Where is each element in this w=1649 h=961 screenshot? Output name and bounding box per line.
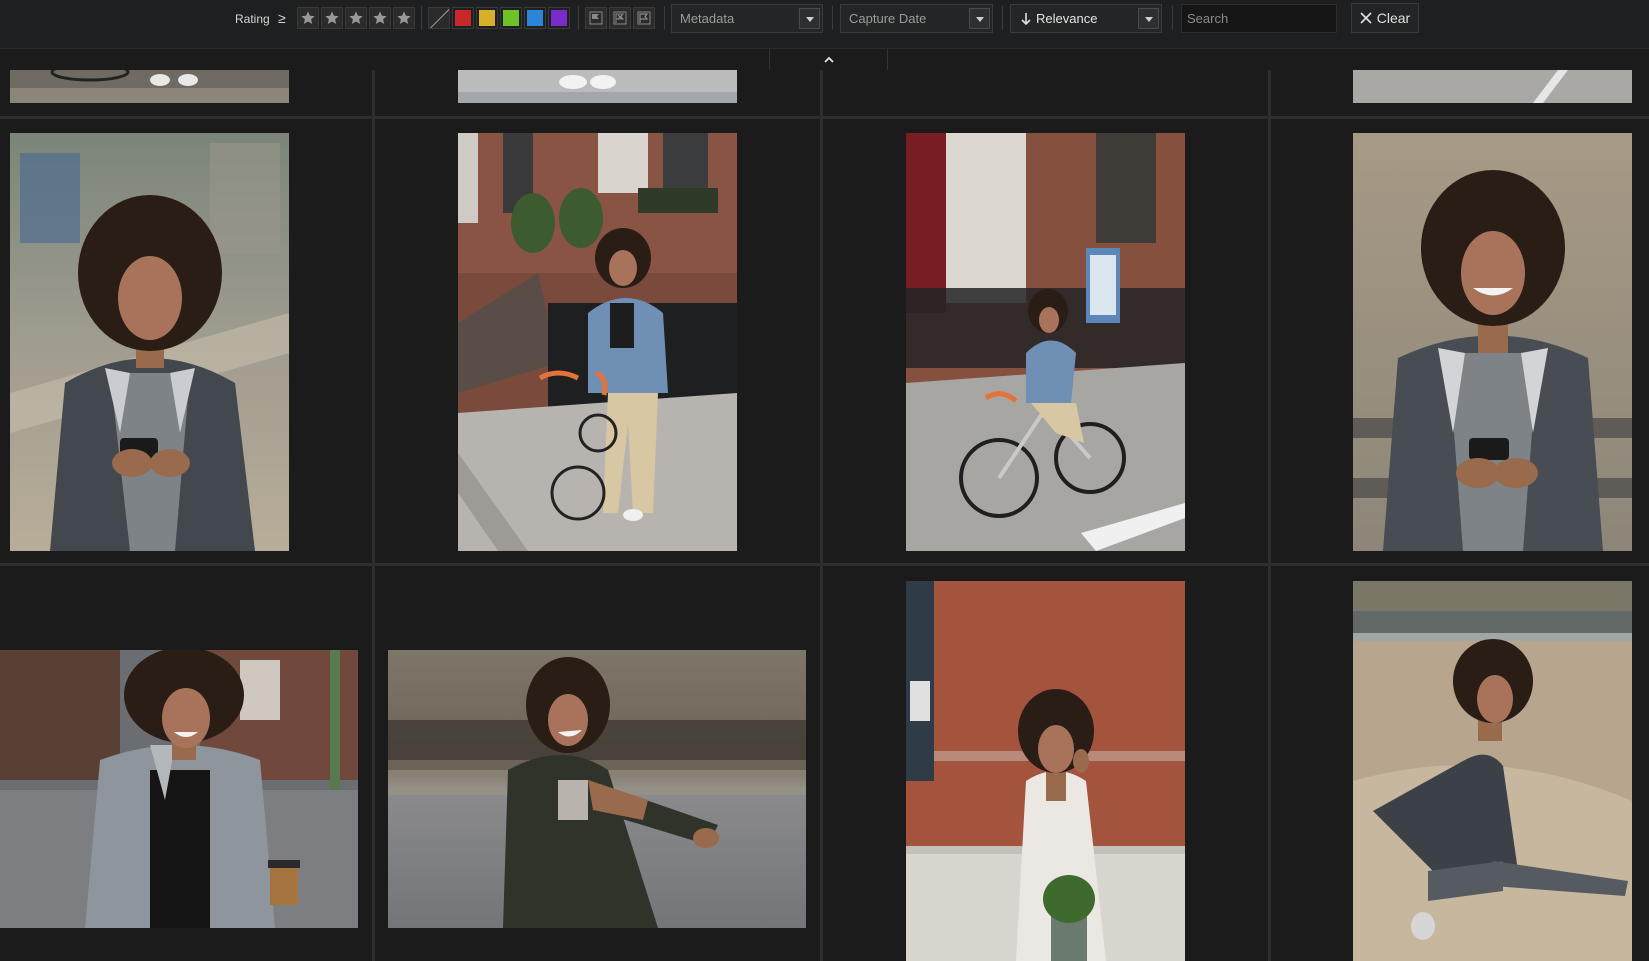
- chevron-up-icon: [823, 56, 834, 63]
- grid-divider: [372, 70, 375, 961]
- photo-thumbnail[interactable]: [906, 581, 1185, 961]
- photo-thumbnail[interactable]: [458, 133, 737, 551]
- star-2-icon[interactable]: [321, 7, 343, 29]
- rating-stars-filter: [297, 7, 415, 29]
- photo-thumbnail[interactable]: [10, 133, 289, 551]
- star-4-icon[interactable]: [369, 7, 391, 29]
- photo-thumbnail[interactable]: [0, 650, 358, 928]
- separator: [1172, 6, 1173, 30]
- color-label-filter: [428, 7, 570, 29]
- grid-divider: [820, 70, 823, 961]
- photo-thumbnail[interactable]: [10, 70, 289, 103]
- sort-order-dropdown[interactable]: Relevance: [1010, 4, 1162, 33]
- grid-divider: [1268, 70, 1271, 961]
- separator: [664, 6, 665, 30]
- unflagged-icon[interactable]: [633, 7, 655, 29]
- grid-divider: [0, 563, 1649, 566]
- photo-thumbnail[interactable]: [906, 133, 1185, 551]
- grid-divider: [0, 116, 1649, 119]
- library-filter-bar: Rating ≥ Metadata Capture Date Relevance…: [0, 0, 1649, 49]
- rating-filter-label: Rating: [235, 12, 270, 26]
- color-purple-swatch[interactable]: [548, 7, 570, 29]
- separator: [578, 6, 579, 30]
- separator: [832, 6, 833, 30]
- star-1-icon[interactable]: [297, 7, 319, 29]
- photo-thumbnail[interactable]: [1353, 70, 1632, 103]
- separator: [1002, 6, 1003, 30]
- dropdown-arrow-icon[interactable]: [799, 8, 820, 29]
- dropdown-arrow-icon[interactable]: [1138, 8, 1159, 29]
- star-3-icon[interactable]: [345, 7, 367, 29]
- capture-date-dropdown[interactable]: Capture Date: [840, 4, 993, 33]
- metadata-dropdown-label: Metadata: [680, 11, 735, 26]
- dropdown-arrow-icon[interactable]: [969, 8, 990, 29]
- search-input[interactable]: [1181, 4, 1337, 33]
- flag-filter: [585, 7, 655, 29]
- photo-thumbnail[interactable]: [1353, 133, 1632, 551]
- collapse-filter-bar-button[interactable]: [769, 49, 888, 71]
- sort-descending-icon[interactable]: [1019, 12, 1033, 26]
- separator: [421, 6, 422, 30]
- clear-filters-button[interactable]: Clear: [1351, 3, 1419, 33]
- color-green-swatch[interactable]: [500, 7, 522, 29]
- rejected-icon[interactable]: [609, 7, 631, 29]
- metadata-dropdown[interactable]: Metadata: [671, 4, 823, 33]
- photo-thumbnail[interactable]: [458, 70, 737, 103]
- capture-date-dropdown-label: Capture Date: [849, 11, 927, 26]
- flagged-icon[interactable]: [585, 7, 607, 29]
- photo-thumbnail[interactable]: [1353, 581, 1632, 961]
- close-icon: [1360, 12, 1372, 24]
- star-5-icon[interactable]: [393, 7, 415, 29]
- color-none-swatch[interactable]: [428, 7, 450, 29]
- photo-thumbnail[interactable]: [388, 650, 806, 928]
- color-yellow-swatch[interactable]: [476, 7, 498, 29]
- color-blue-swatch[interactable]: [524, 7, 546, 29]
- color-red-swatch[interactable]: [452, 7, 474, 29]
- sort-order-label: Relevance: [1036, 11, 1098, 26]
- clear-button-label: Clear: [1376, 10, 1411, 26]
- photo-grid: [0, 70, 1649, 961]
- rating-operator-toggle[interactable]: ≥: [278, 10, 286, 26]
